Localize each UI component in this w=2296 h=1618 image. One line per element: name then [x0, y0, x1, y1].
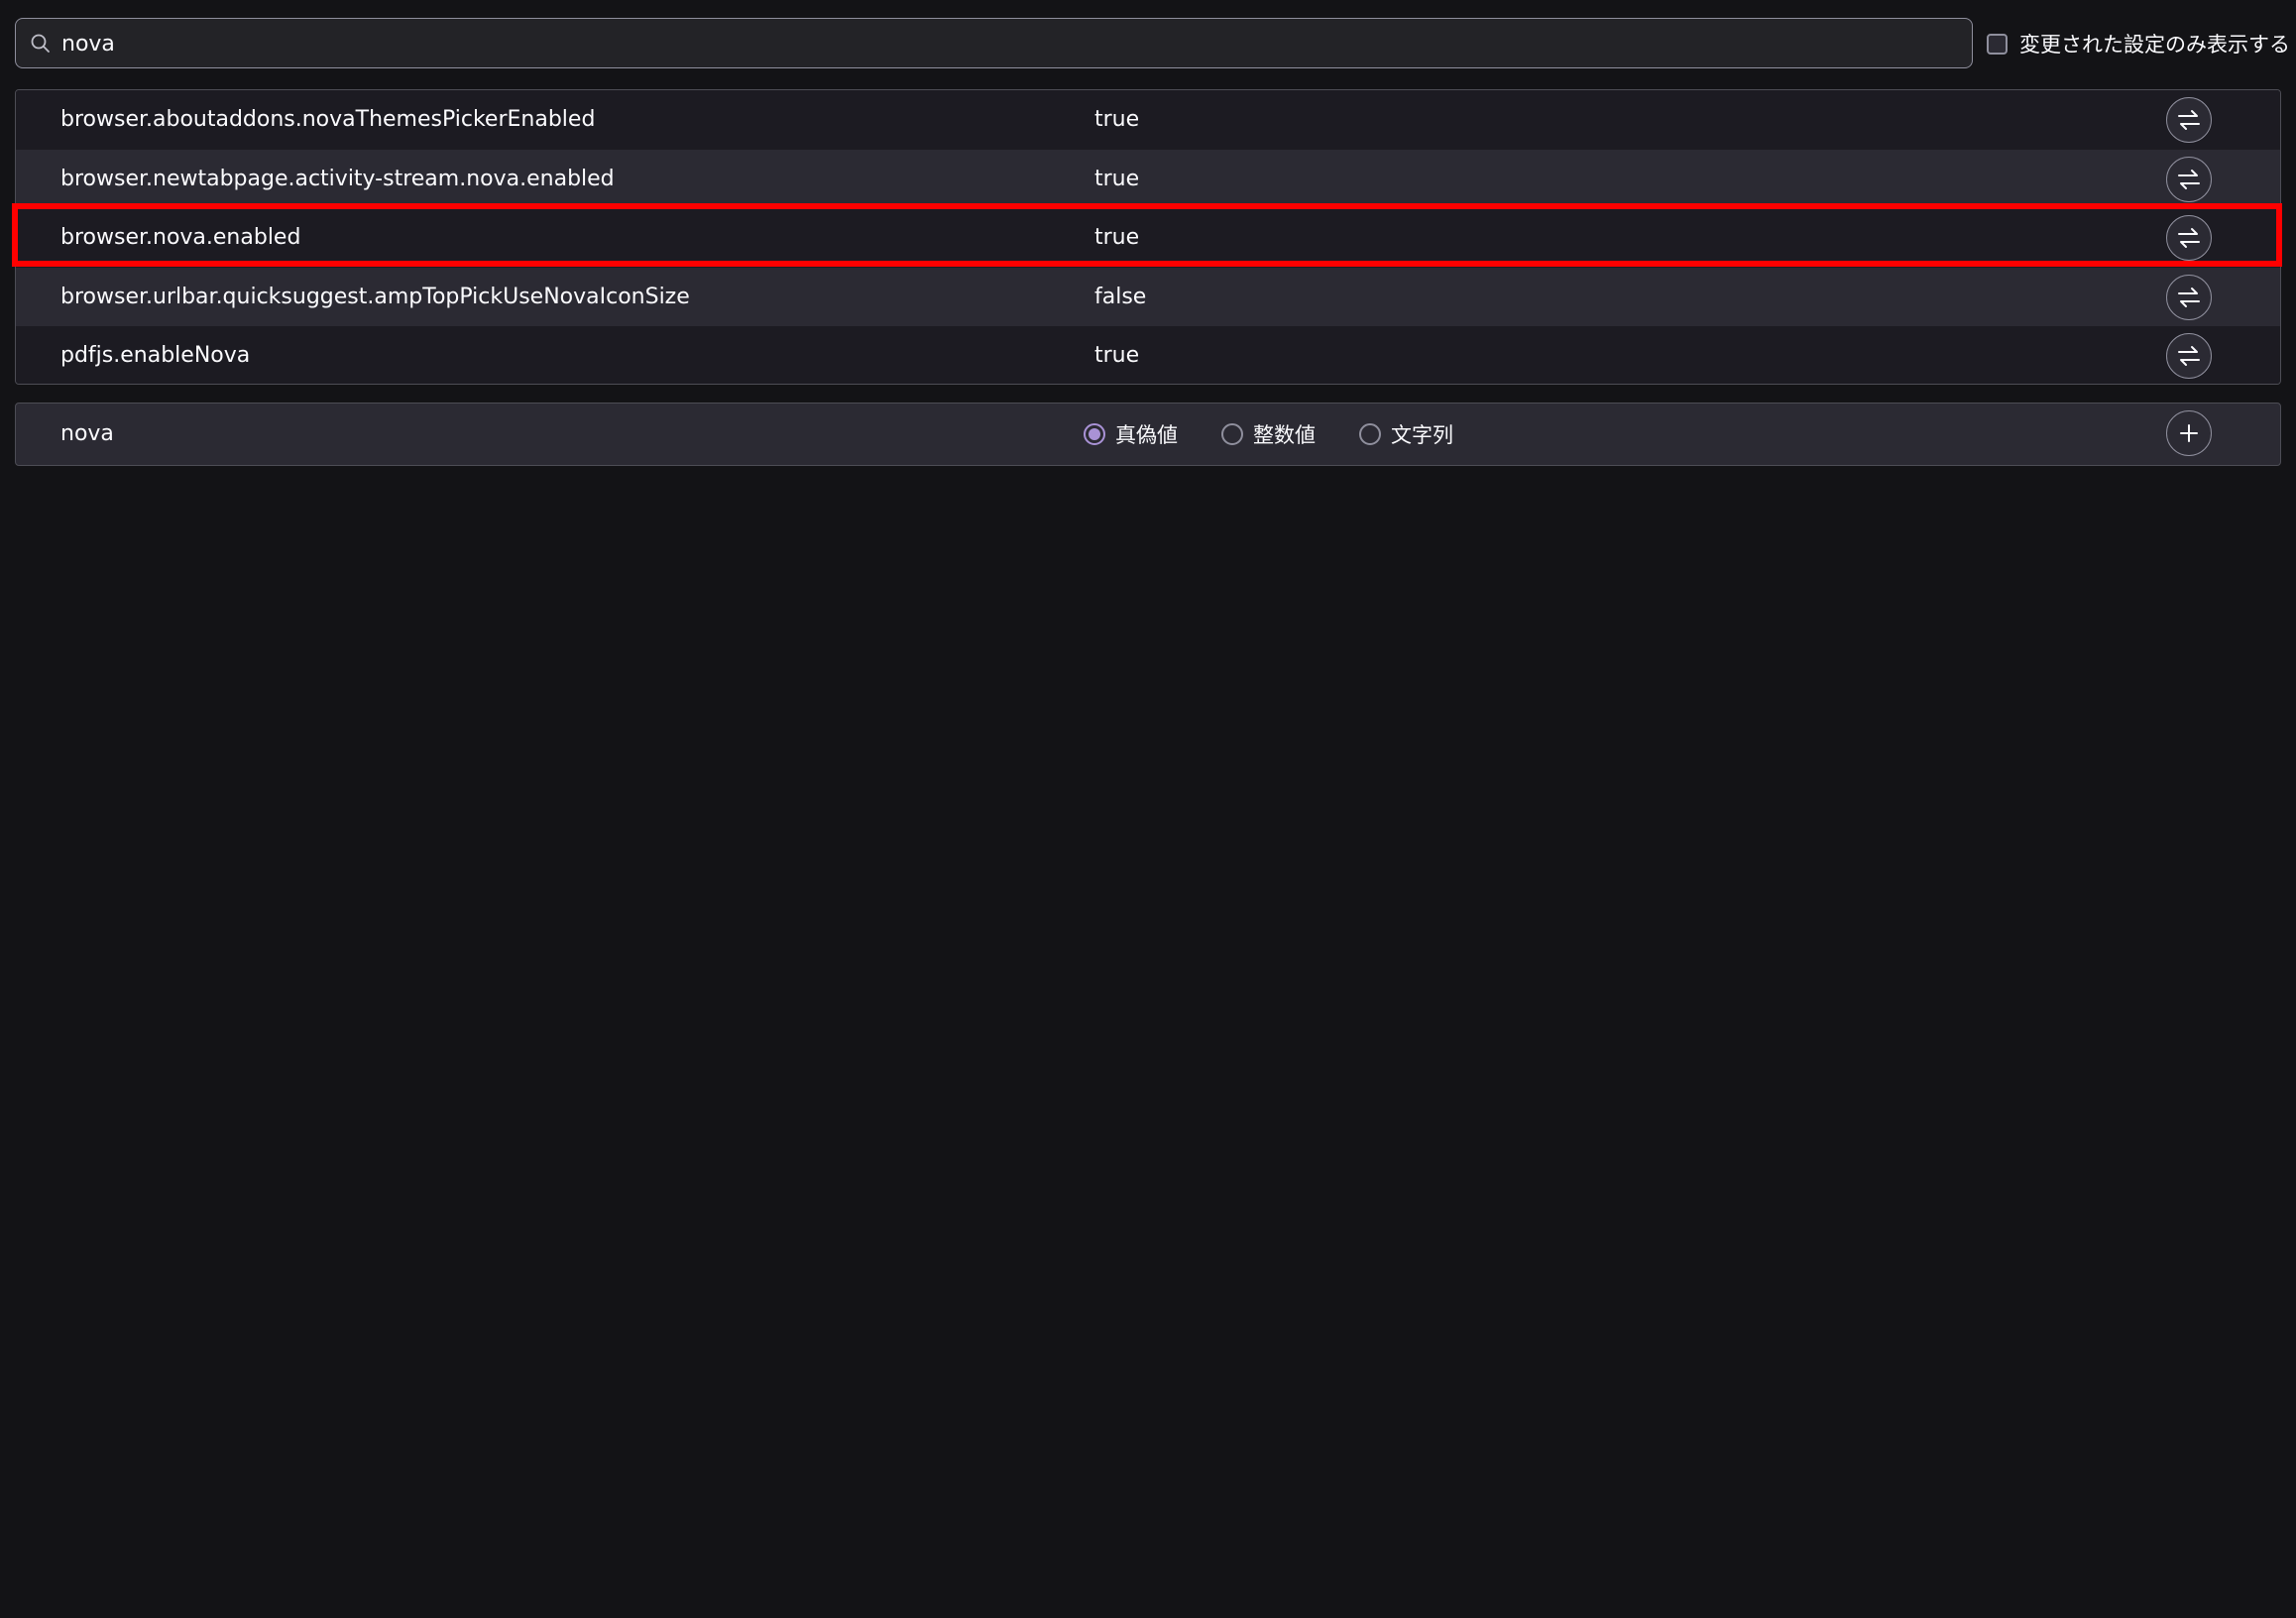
- pref-value[interactable]: true: [1094, 90, 1139, 150]
- pref-name: browser.urlbar.quicksuggest.ampTopPickUs…: [60, 285, 690, 309]
- toggle-button[interactable]: [2166, 215, 2212, 261]
- search-box[interactable]: [15, 18, 1973, 68]
- toggle-icon: [2178, 110, 2200, 130]
- new-pref-name: nova: [60, 421, 114, 446]
- pref-value[interactable]: true: [1094, 150, 1139, 209]
- modified-only-label: 変更された設定のみ表示する: [2019, 33, 2290, 57]
- pref-value[interactable]: false: [1094, 268, 1146, 327]
- pref-name: pdfjs.enableNova: [60, 343, 251, 368]
- pref-row-highlighted: browser.nova.enabled true: [16, 208, 2280, 268]
- toggle-button[interactable]: [2166, 157, 2212, 202]
- pref-row: browser.newtabpage.activity-stream.nova.…: [16, 150, 2280, 208]
- radio-label: 文字列: [1391, 423, 1453, 447]
- toggle-icon: [2178, 228, 2200, 248]
- pref-type-radio-group: 真偽値 整数値 文字列: [1084, 404, 1497, 465]
- pref-name: browser.aboutaddons.novaThemesPickerEnab…: [60, 107, 596, 132]
- toggle-icon: [2178, 346, 2200, 366]
- radio-option-number[interactable]: 整数値: [1221, 419, 1316, 449]
- toggle-button[interactable]: [2166, 333, 2212, 379]
- search-input[interactable]: [61, 25, 1945, 62]
- pref-name: browser.nova.enabled: [60, 225, 301, 250]
- pref-value[interactable]: true: [1094, 208, 1139, 268]
- plus-icon: [2180, 424, 2198, 442]
- toggle-icon: [2178, 170, 2200, 189]
- radio-boolean[interactable]: [1084, 423, 1105, 445]
- pref-row: pdfjs.enableNova true: [16, 326, 2280, 384]
- radio-label: 整数値: [1253, 423, 1316, 447]
- add-button[interactable]: [2166, 410, 2212, 456]
- toggle-button[interactable]: [2166, 275, 2212, 320]
- pref-value[interactable]: true: [1094, 326, 1139, 384]
- radio-option-boolean[interactable]: 真偽値: [1084, 419, 1178, 449]
- toggle-icon: [2178, 288, 2200, 307]
- pref-row: browser.urlbar.quicksuggest.ampTopPickUs…: [16, 268, 2280, 326]
- radio-option-string[interactable]: 文字列: [1359, 419, 1453, 449]
- toggle-button[interactable]: [2166, 97, 2212, 143]
- radio-number[interactable]: [1221, 423, 1243, 445]
- radio-label: 真偽値: [1115, 423, 1178, 447]
- search-icon: [31, 34, 50, 53]
- pref-row: browser.aboutaddons.novaThemesPickerEnab…: [16, 90, 2280, 150]
- pref-name: browser.newtabpage.activity-stream.nova.…: [60, 167, 615, 191]
- radio-string[interactable]: [1359, 423, 1381, 445]
- add-pref-row: nova 真偽値 整数値 文字列: [15, 403, 2281, 466]
- prefs-table: browser.aboutaddons.novaThemesPickerEnab…: [15, 89, 2281, 385]
- modified-only-toggle[interactable]: 変更された設定のみ表示する: [1987, 28, 2290, 59]
- toolbar: 変更された設定のみ表示する: [15, 18, 2290, 70]
- modified-only-checkbox[interactable]: [1987, 33, 2008, 55]
